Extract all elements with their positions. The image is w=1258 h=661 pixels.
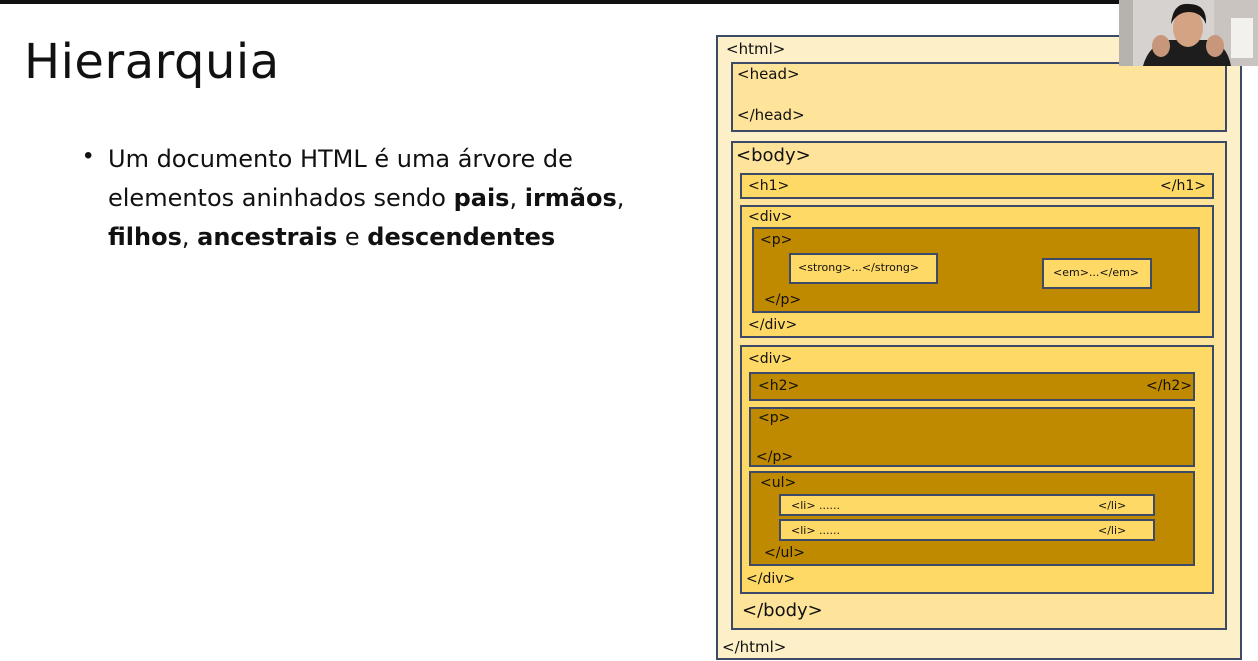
bold-term-pais: pais (453, 184, 510, 212)
bullet-text-part: , (181, 223, 198, 251)
bullet-text-part: , (616, 184, 625, 212)
li2-open-tag: <li> ...... (791, 524, 841, 537)
div1-open-tag: <div> (748, 209, 793, 225)
li2-close-tag: </li> (1098, 524, 1127, 537)
bold-term-descendentes: descendentes (367, 223, 556, 251)
bullet-text-part: , (509, 184, 525, 212)
html-close-tag: </html> (722, 638, 787, 656)
ul-close-tag: </ul> (764, 545, 805, 561)
body-open-tag: <body> (736, 145, 811, 166)
h1-box (740, 173, 1214, 199)
p2-open-tag: <p> (758, 410, 791, 426)
bullet-text-part: e (337, 223, 368, 251)
html-open-tag: <html> (726, 40, 786, 58)
h2-open-tag: <h2> (758, 378, 800, 394)
h1-close-tag: </h1> (1160, 178, 1206, 194)
p1-close-tag: </p> (764, 292, 802, 308)
bold-term-filhos: filhos (108, 223, 182, 251)
div2-open-tag: <div> (748, 351, 793, 367)
li1-close-tag: </li> (1098, 499, 1127, 512)
body-close-tag: </body> (742, 600, 823, 621)
h1-open-tag: <h1> (748, 178, 790, 194)
em-tag: <em>...</em> (1053, 266, 1140, 279)
strong-tag: <strong>...</strong> (798, 261, 920, 274)
presenter-video-icon (1119, 0, 1258, 66)
bold-term-irmaos: irmãos (524, 184, 617, 212)
bullet-item: • Um documento HTML é uma árvore de elem… (84, 140, 674, 257)
div2-close-tag: </div> (746, 571, 796, 587)
h2-box (749, 372, 1195, 401)
head-box (731, 62, 1227, 132)
li1-open-tag: <li> ...... (791, 499, 841, 512)
head-close-tag: </head> (737, 106, 805, 124)
div1-close-tag: </div> (748, 317, 798, 333)
slide-title: Hierarquia (24, 34, 280, 90)
top-bar (0, 0, 1258, 4)
bullet-text: Um documento HTML é uma árvore de elemen… (108, 140, 674, 257)
webcam-overlay (1119, 0, 1258, 66)
p-box-2 (749, 407, 1195, 467)
head-open-tag: <head> (737, 65, 800, 83)
ul-open-tag: <ul> (760, 475, 797, 491)
h2-close-tag: </h2> (1146, 378, 1192, 394)
p2-close-tag: </p> (756, 449, 794, 465)
p1-open-tag: <p> (760, 232, 793, 248)
bullet-dot-icon: • (84, 142, 93, 169)
bold-term-ancestrais: ancestrais (197, 223, 338, 251)
